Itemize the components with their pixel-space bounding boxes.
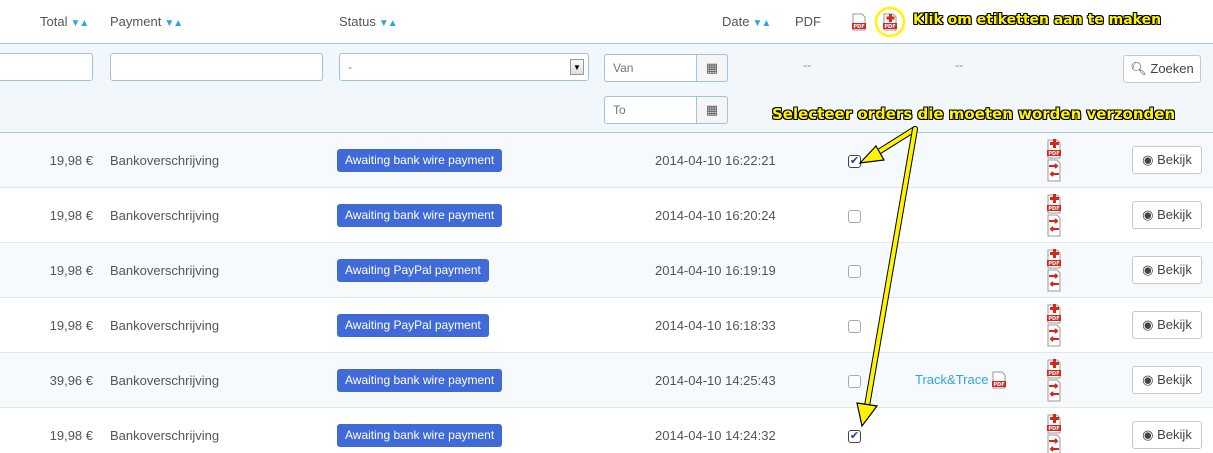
table-header: Total ▼▲ Payment ▼▲ Status ▼▲ Date ▼▲ PDF PD… xyxy=(0,0,1213,44)
order-total: 19,98 € xyxy=(49,208,93,223)
payment-filter-input[interactable] xyxy=(110,53,323,81)
pdf-filter-placeholder: -- xyxy=(803,58,811,72)
payment-method: Bankoverschrijving xyxy=(110,428,220,443)
order-date: 2014-04-10 16:19:19 xyxy=(655,263,776,278)
select-checkbox[interactable] xyxy=(848,320,861,333)
svg-text:PDF: PDF xyxy=(1048,206,1059,212)
date-from-group: ▦ xyxy=(604,54,728,82)
table-row: 19,98 € Bankoverschrijving Awaiting PayP… xyxy=(0,298,1213,353)
calendar-icon[interactable]: ▦ xyxy=(696,54,728,82)
col-pdf: PDF xyxy=(795,14,821,29)
calendar-icon[interactable]: ▦ xyxy=(696,96,728,124)
sort-icon[interactable]: ▼▲ xyxy=(379,18,398,29)
sort-icon[interactable]: ▼▲ xyxy=(70,18,89,29)
payment-method: Bankoverschrijving xyxy=(110,208,220,223)
sort-icon[interactable]: ▼▲ xyxy=(752,18,771,29)
order-date: 2014-04-10 14:25:43 xyxy=(655,373,776,388)
view-button[interactable]: ◉ Bekijk xyxy=(1132,146,1202,174)
shipping-label-icon[interactable]: PDF xyxy=(1046,138,1062,182)
col-date[interactable]: Date ▼▲ xyxy=(722,14,771,29)
view-button-label: Bekijk xyxy=(1157,207,1192,222)
shipping-label-icon[interactable]: PDF xyxy=(1046,193,1062,237)
order-date: 2014-04-10 16:20:24 xyxy=(655,208,776,223)
eye-icon: ◉ xyxy=(1142,317,1154,332)
shipping-label-icon[interactable]: PDF xyxy=(1046,413,1062,453)
shipping-label-icon[interactable]: PDF xyxy=(1046,248,1062,292)
svg-text:PDF: PDF xyxy=(1048,261,1059,267)
table-row: 19,98 € Bankoverschrijving Awaiting bank… xyxy=(0,408,1213,453)
order-date: 2014-04-10 16:22:21 xyxy=(655,153,776,168)
svg-text:PDF: PDF xyxy=(993,382,1004,388)
table-row: 19,98 € Bankoverschrijving Awaiting PayP… xyxy=(0,243,1213,298)
payment-method: Bankoverschrijving xyxy=(110,153,220,168)
track-trace-link[interactable]: Track&Trace xyxy=(915,372,988,387)
shipping-label-icon[interactable]: PDF xyxy=(1046,358,1062,402)
order-total: 39,96 € xyxy=(49,373,93,388)
svg-text:PDF: PDF xyxy=(1048,316,1059,322)
select-checkbox[interactable]: ✔ xyxy=(848,155,861,168)
view-button[interactable]: ◉ Bekijk xyxy=(1132,311,1202,339)
eye-icon: ◉ xyxy=(1142,152,1154,167)
col-total[interactable]: Total ▼▲ xyxy=(40,14,89,29)
search-button[interactable]: 🔍︎ Zoeken xyxy=(1123,55,1201,83)
order-total: 19,98 € xyxy=(49,428,93,443)
chevron-down-icon: ▼ xyxy=(570,59,584,75)
track-pdf-icon[interactable]: PDF xyxy=(991,371,1007,389)
view-button[interactable]: ◉ Bekijk xyxy=(1132,201,1202,229)
order-total: 19,98 € xyxy=(49,318,93,333)
order-total: 19,98 € xyxy=(49,263,93,278)
view-button-label: Bekijk xyxy=(1157,152,1192,167)
date-from-input[interactable] xyxy=(604,54,696,82)
pdf-icon[interactable]: PDF xyxy=(851,13,867,31)
order-date: 2014-04-10 14:24:32 xyxy=(655,428,776,443)
create-labels-icon[interactable]: PDF xyxy=(882,13,898,31)
date-to-input[interactable] xyxy=(604,96,696,124)
status-badge: Awaiting bank wire payment xyxy=(337,149,503,172)
callout-select-orders: Selecteer orders die moeten worden verzo… xyxy=(772,105,1176,123)
select-checkbox[interactable] xyxy=(848,210,861,223)
table-row: 19,98 € Bankoverschrijving Awaiting bank… xyxy=(0,188,1213,243)
table-row: 39,96 € Bankoverschrijving Awaiting bank… xyxy=(0,353,1213,408)
total-filter-input[interactable] xyxy=(0,53,93,81)
view-button[interactable]: ◉ Bekijk xyxy=(1132,366,1202,394)
shipping-label-icon[interactable]: PDF xyxy=(1046,303,1062,347)
status-filter-select[interactable]: - ▼ xyxy=(339,53,589,81)
view-button-label: Bekijk xyxy=(1157,427,1192,442)
svg-text:PDF: PDF xyxy=(1048,151,1059,157)
eye-icon: ◉ xyxy=(1142,262,1154,277)
eye-icon: ◉ xyxy=(1142,207,1154,222)
svg-text:PDF: PDF xyxy=(1048,426,1059,432)
svg-text:PDF: PDF xyxy=(853,24,864,30)
svg-text:PDF: PDF xyxy=(884,24,895,30)
svg-text:PDF: PDF xyxy=(1048,371,1059,377)
select-checkbox[interactable]: ✔ xyxy=(848,430,861,443)
sort-icon[interactable]: ▼▲ xyxy=(164,18,183,29)
status-badge: Awaiting bank wire payment xyxy=(337,204,503,227)
col-payment[interactable]: Payment ▼▲ xyxy=(110,14,183,29)
order-date: 2014-04-10 16:18:33 xyxy=(655,318,776,333)
view-button-label: Bekijk xyxy=(1157,372,1192,387)
eye-icon: ◉ xyxy=(1142,372,1154,387)
order-total: 19,98 € xyxy=(49,153,93,168)
payment-method: Bankoverschrijving xyxy=(110,318,220,333)
payment-method: Bankoverschrijving xyxy=(110,263,220,278)
status-badge: Awaiting PayPal payment xyxy=(337,259,489,282)
view-button-label: Bekijk xyxy=(1157,262,1192,277)
view-button[interactable]: ◉ Bekijk xyxy=(1132,421,1202,449)
callout-create-labels: Klik om etiketten aan te maken xyxy=(913,12,1162,28)
view-button[interactable]: ◉ Bekijk xyxy=(1132,256,1202,284)
status-badge: Awaiting bank wire payment xyxy=(337,424,503,447)
track-filter-placeholder: -- xyxy=(955,58,963,72)
select-checkbox[interactable] xyxy=(848,265,861,278)
date-to-group: ▦ xyxy=(604,96,728,124)
select-checkbox[interactable] xyxy=(848,375,861,388)
status-badge: Awaiting PayPal payment xyxy=(337,314,489,337)
view-button-label: Bekijk xyxy=(1157,317,1192,332)
search-icon: 🔍︎ xyxy=(1130,61,1147,76)
table-row: 19,98 € Bankoverschrijving Awaiting bank… xyxy=(0,133,1213,188)
eye-icon: ◉ xyxy=(1142,427,1154,442)
payment-method: Bankoverschrijving xyxy=(110,373,220,388)
status-badge: Awaiting bank wire payment xyxy=(337,369,503,392)
col-status[interactable]: Status ▼▲ xyxy=(339,14,398,29)
